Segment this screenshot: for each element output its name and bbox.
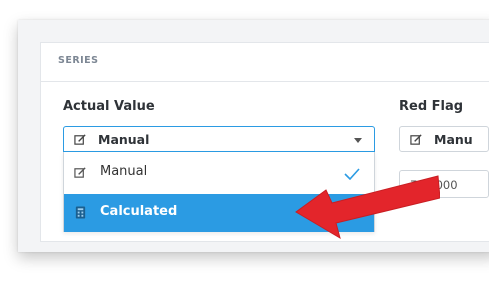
panel-header: SERIES xyxy=(41,43,489,82)
chevron-down-icon[interactable] xyxy=(354,138,362,143)
edit-icon xyxy=(74,134,86,145)
actual-value-selected: Manual xyxy=(98,132,150,147)
edit-icon xyxy=(410,134,422,145)
edit-icon xyxy=(74,167,86,178)
red-flag-label: Red Flag xyxy=(399,99,464,114)
option-manual-label: Manual xyxy=(100,164,148,179)
actual-value-select[interactable]: Manual xyxy=(63,126,375,152)
calculator-icon xyxy=(75,206,86,219)
red-flag-select[interactable]: Manu xyxy=(399,126,489,152)
panel-title: SERIES xyxy=(58,55,99,66)
red-arrow-annotation xyxy=(295,175,440,240)
actual-value-label: Actual Value xyxy=(63,99,155,114)
red-flag-selected: Manu xyxy=(434,132,473,147)
option-calculated-label: Calculated xyxy=(100,204,178,219)
